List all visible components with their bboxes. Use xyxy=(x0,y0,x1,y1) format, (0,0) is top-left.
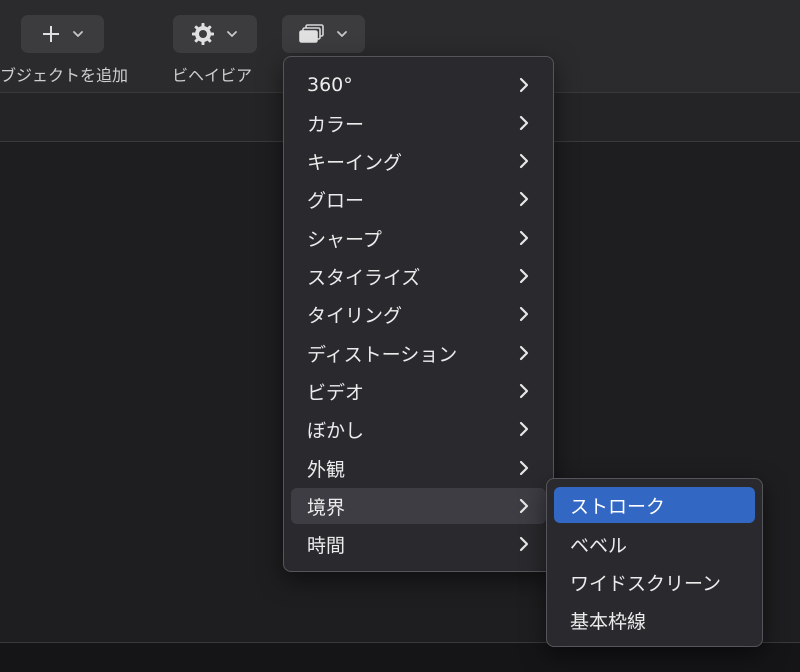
menu-item-label: 360° xyxy=(307,74,353,96)
add-object-label: ブジェクトを追加 xyxy=(0,66,129,85)
chevron-right-icon xyxy=(519,421,529,437)
chevron-down-icon xyxy=(72,31,83,37)
menu-item-sharpen[interactable]: シャープ xyxy=(291,220,546,256)
menu-item-label: スタイライズ xyxy=(307,266,421,289)
submenu-item-label: ベベル xyxy=(570,534,628,557)
filters-menu: 360° カラー キーイング グロー シャープ スタイライズ タイリング ディス… xyxy=(283,56,554,572)
menu-item-label: キーイング xyxy=(307,151,403,174)
menu-item-distortion[interactable]: ディストーション xyxy=(291,335,546,371)
menu-item-label: ディストーション xyxy=(307,343,458,366)
menu-item-keying[interactable]: キーイング xyxy=(291,143,546,179)
submenu-item-label: ワイドスクリーン xyxy=(570,572,722,595)
behavior-button[interactable] xyxy=(173,15,257,53)
menu-item-glow[interactable]: グロー xyxy=(291,181,546,217)
submenu-item-simple-border[interactable]: 基本枠線 xyxy=(554,602,755,638)
menu-item-time[interactable]: 時間 xyxy=(291,526,546,562)
chevron-right-icon xyxy=(519,536,529,552)
border-submenu: ストローク ベベル ワイドスクリーン 基本枠線 xyxy=(546,478,763,647)
menu-item-label: シャープ xyxy=(307,228,382,251)
menu-item-label: 外観 xyxy=(307,458,346,481)
submenu-item-bevel[interactable]: ベベル xyxy=(554,526,755,562)
menu-item-label: 時間 xyxy=(307,534,346,557)
submenu-item-label: ストローク xyxy=(570,495,666,518)
chevron-down-icon xyxy=(227,31,237,37)
menu-item-stylize[interactable]: スタイライズ xyxy=(291,258,546,294)
chevron-down-icon xyxy=(336,31,347,37)
chevron-right-icon xyxy=(519,306,529,322)
chevron-right-icon xyxy=(519,383,529,399)
chevron-right-icon xyxy=(519,268,529,284)
chevron-right-icon xyxy=(519,230,529,246)
menu-item-tiling[interactable]: タイリング xyxy=(291,296,546,332)
menu-item-label: ビデオ xyxy=(307,381,365,404)
submenu-item-widescreen[interactable]: ワイドスクリーン xyxy=(554,564,755,600)
chevron-right-icon xyxy=(519,345,529,361)
menu-item-looks[interactable]: 外観 xyxy=(291,450,546,486)
chevron-right-icon xyxy=(519,153,529,169)
menu-item-label: タイリング xyxy=(307,304,403,327)
chevron-right-icon xyxy=(519,77,529,93)
submenu-item-stroke[interactable]: ストローク xyxy=(554,487,755,523)
plus-icon xyxy=(42,26,59,42)
menu-item-label: グロー xyxy=(307,189,365,212)
menu-item-video[interactable]: ビデオ xyxy=(291,373,546,409)
filters-stack-icon xyxy=(298,24,324,43)
menu-item-360[interactable]: 360° xyxy=(291,67,546,103)
add-object-button[interactable] xyxy=(21,15,104,53)
gear-icon xyxy=(192,23,214,45)
filters-button[interactable] xyxy=(282,15,365,53)
chevron-right-icon xyxy=(519,498,529,514)
menu-item-blur[interactable]: ぼかし xyxy=(291,411,546,447)
menu-item-color[interactable]: カラー xyxy=(291,105,546,141)
chevron-right-icon xyxy=(519,460,529,476)
submenu-item-label: 基本枠線 xyxy=(570,610,647,633)
chevron-right-icon xyxy=(519,115,529,131)
menu-item-border[interactable]: 境界 xyxy=(291,488,546,524)
menu-item-label: カラー xyxy=(307,113,365,136)
behavior-label: ビヘイビア xyxy=(172,66,253,85)
chevron-right-icon xyxy=(519,191,529,207)
menu-item-label: 境界 xyxy=(307,496,346,519)
menu-item-label: ぼかし xyxy=(307,419,365,442)
